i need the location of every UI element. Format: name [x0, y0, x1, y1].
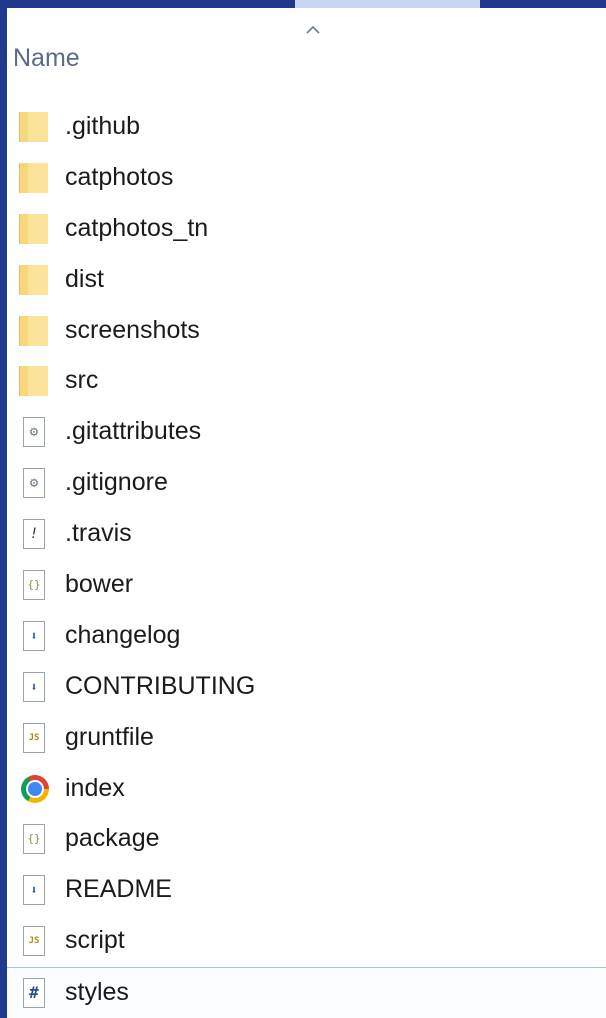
folder-icon: [17, 263, 49, 297]
list-item-dist[interactable]: dist: [7, 255, 606, 306]
file-list: .github catphotos catphotos_tn dist scre…: [7, 102, 606, 1018]
yaml-file-icon: !: [17, 517, 49, 551]
file-name: gruntfile: [65, 722, 154, 751]
list-item-readme[interactable]: ⬇ README: [7, 865, 606, 916]
list-item-changelog[interactable]: ⬇ changelog: [7, 611, 606, 662]
list-item-gitattributes[interactable]: ⚙ .gitattributes: [7, 407, 606, 458]
chevron-up-icon[interactable]: [305, 22, 321, 38]
file-name: bower: [65, 570, 134, 599]
folder-icon: [17, 314, 49, 348]
file-name: index: [65, 773, 125, 802]
list-item-github[interactable]: .github: [7, 102, 606, 153]
list-item-styles[interactable]: # styles: [7, 967, 606, 1018]
folder-icon: [17, 110, 49, 144]
list-item-contributing[interactable]: ⬇ CONTRIBUTING: [7, 662, 606, 713]
file-name: catphotos: [65, 162, 174, 191]
titlebar-highlight: [295, 0, 480, 8]
file-name: .gitignore: [65, 468, 168, 497]
folder-icon: [17, 212, 49, 246]
js-file-icon: JS: [17, 721, 49, 755]
file-name: script: [65, 926, 125, 955]
list-item-script[interactable]: JS script: [7, 916, 606, 967]
list-item-catphotos[interactable]: catphotos: [7, 153, 606, 204]
list-item-src[interactable]: src: [7, 356, 606, 407]
config-file-icon: ⚙: [17, 415, 49, 449]
file-name: .gitattributes: [65, 417, 202, 446]
list-item-screenshots[interactable]: screenshots: [7, 306, 606, 357]
markdown-file-icon: ⬇: [17, 873, 49, 907]
file-name: screenshots: [65, 315, 200, 344]
file-name: src: [65, 366, 99, 395]
folder-icon: [17, 364, 49, 398]
js-file-icon: JS: [17, 924, 49, 958]
file-name: dist: [65, 264, 104, 293]
markdown-file-icon: ⬇: [17, 619, 49, 653]
list-item-catphotos-tn[interactable]: catphotos_tn: [7, 204, 606, 255]
file-name: changelog: [65, 620, 181, 649]
list-item-index[interactable]: index: [7, 764, 606, 815]
chrome-icon: [17, 772, 49, 806]
list-item-package[interactable]: {} package: [7, 814, 606, 865]
json-file-icon: {}: [17, 568, 49, 602]
file-name: .github: [65, 112, 141, 140]
file-name: .travis: [65, 519, 132, 548]
file-name: styles: [65, 978, 129, 1007]
file-name: package: [65, 824, 160, 853]
list-item-gitignore[interactable]: ⚙ .gitignore: [7, 458, 606, 509]
list-item-travis[interactable]: ! .travis: [7, 509, 606, 560]
folder-icon: [17, 161, 49, 195]
file-name: CONTRIBUTING: [65, 671, 256, 700]
markdown-file-icon: ⬇: [17, 670, 49, 704]
name-column-header[interactable]: Name: [13, 44, 80, 73]
column-header: Name: [7, 8, 606, 92]
json-file-icon: {}: [17, 822, 49, 856]
file-name: README: [65, 875, 172, 904]
list-item-gruntfile[interactable]: JS gruntfile: [7, 713, 606, 764]
config-file-icon: ⚙: [17, 466, 49, 500]
file-name: catphotos_tn: [65, 213, 209, 242]
file-explorer-window: Name .github catphotos catphotos_tn dist…: [7, 8, 606, 1018]
css-file-icon: #: [17, 976, 49, 1010]
list-item-bower[interactable]: {} bower: [7, 560, 606, 611]
